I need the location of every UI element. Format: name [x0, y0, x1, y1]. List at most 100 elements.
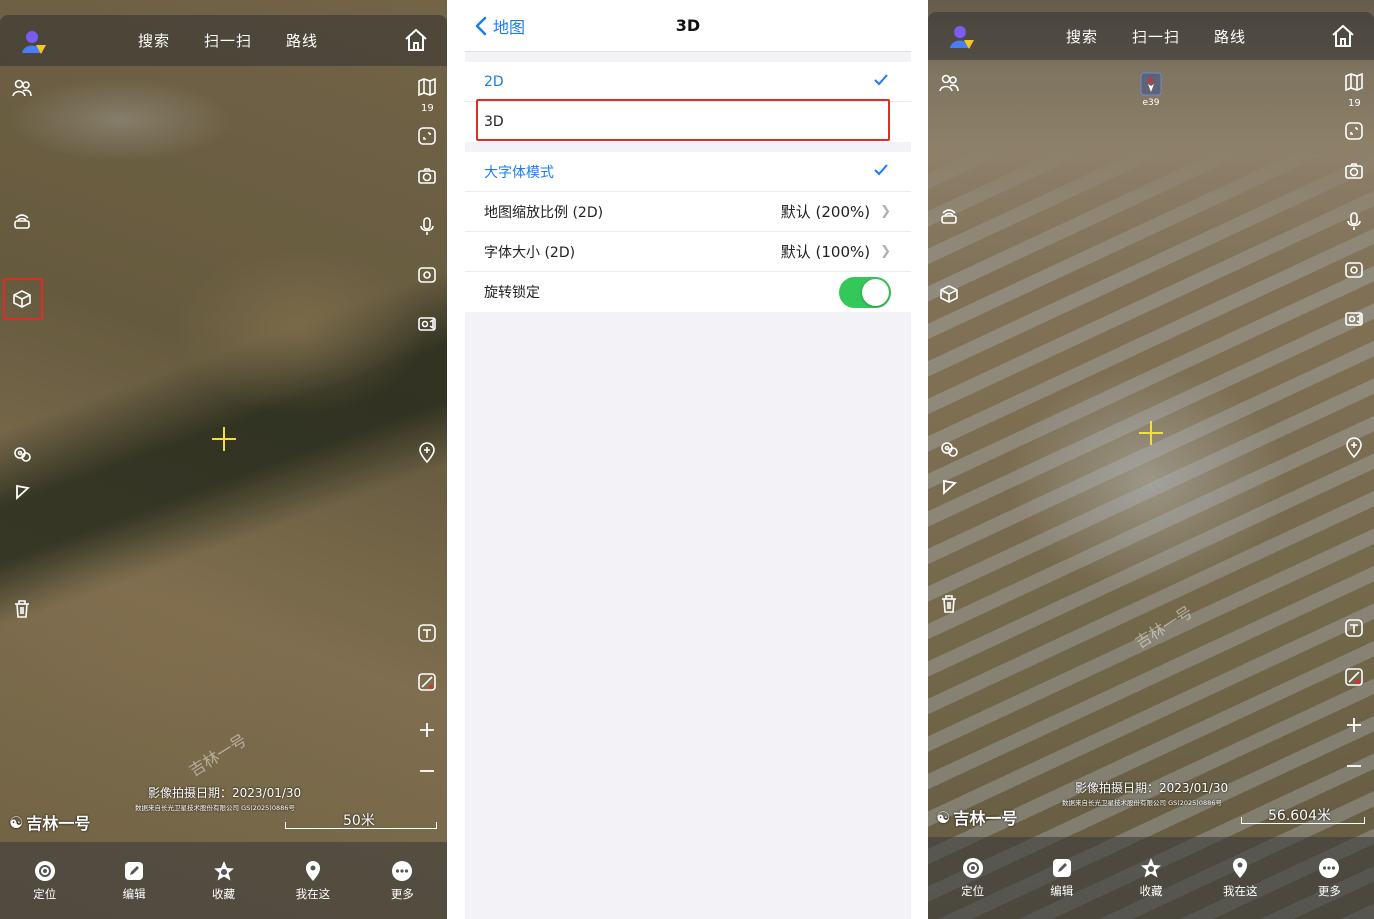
settings-3d-panel: 地图 3D 2D 3D 大字体模式 地图缩放比例 (2D) 默认 (200%) … [465, 0, 911, 919]
pin-icon [305, 860, 320, 881]
scan-link[interactable]: 扫一扫 [204, 30, 252, 51]
row-label: 字体大小 (2D) [484, 244, 576, 261]
tab-edit[interactable]: 编辑 [1017, 837, 1106, 919]
zoom-out-icon[interactable] [1341, 753, 1367, 779]
font-size-row[interactable]: 字体大小 (2D) 默认 (100%) ❯ [465, 232, 911, 272]
zoom-in-icon[interactable] [414, 717, 440, 743]
tab-label: 我在这 [1222, 884, 1258, 898]
fullscreen-icon[interactable] [1341, 118, 1367, 144]
add-location-icon[interactable] [1341, 435, 1367, 461]
top-bar: 搜索 扫一扫 路线 [928, 12, 1374, 60]
tab-label: 更多 [1317, 884, 1341, 898]
tab-label: 定位 [961, 884, 985, 898]
avatar-logo-icon[interactable] [948, 24, 976, 52]
video-record-icon[interactable] [414, 311, 440, 337]
measure-tool-icon[interactable] [414, 669, 440, 695]
tab-locate[interactable]: 定位 [928, 837, 1017, 919]
tab-favorite[interactable]: 收藏 [179, 842, 268, 919]
option-2d[interactable]: 2D [465, 62, 911, 102]
friends-icon[interactable] [936, 70, 962, 96]
scan-link[interactable]: 扫一扫 [1132, 26, 1180, 47]
checkmark-icon [874, 164, 888, 176]
video-record-icon[interactable] [1341, 306, 1367, 332]
text-tool-icon[interactable] [1341, 615, 1367, 641]
camera-icon[interactable] [1341, 158, 1367, 184]
top-bar: 搜索 扫一扫 路线 [0, 15, 447, 66]
map-scale-row[interactable]: 地图缩放比例 (2D) 默认 (200%) ❯ [465, 192, 911, 232]
bottom-tab-bar: 定位 编辑 收藏 我在这 更多 [0, 842, 447, 919]
home-icon[interactable] [1330, 23, 1356, 49]
avatar-logo-icon[interactable] [20, 29, 48, 57]
navigate-arrow-icon[interactable] [936, 475, 962, 501]
trash-icon[interactable] [936, 591, 962, 617]
brand-text: 吉林一号 [26, 814, 91, 833]
route-link[interactable]: 路线 [1214, 26, 1246, 47]
row-value: 默认 (200%) [780, 203, 871, 221]
microphone-icon[interactable] [414, 213, 440, 239]
page-title: 3D [675, 16, 701, 35]
map-view-2d[interactable]: 搜索 扫一扫 路线 19 吉林一号 影像拍摄日期：2023/01/30 数据来自… [0, 0, 447, 919]
tab-label: 编辑 [122, 886, 146, 901]
tab-more[interactable]: 更多 [358, 842, 447, 919]
compass-label: e39 [1142, 98, 1160, 108]
tab-here[interactable]: 我在这 [1196, 837, 1285, 919]
signal-icon[interactable] [9, 208, 35, 234]
satellite-logo-icon: ☯ [9, 812, 24, 832]
large-font-mode-row[interactable]: 大字体模式 [465, 152, 911, 192]
search-link[interactable]: 搜索 [1066, 26, 1098, 47]
data-source-note: 数据来自长光卫星技术股份有限公司 GS(2025)0886号 [1062, 799, 1222, 807]
tab-locate[interactable]: 定位 [0, 842, 89, 919]
rotation-lock-row: 旋转锁定 [465, 272, 911, 312]
screenshot-icon[interactable] [1341, 257, 1367, 283]
edit-icon [1052, 859, 1071, 877]
3d-cube-icon[interactable] [936, 281, 962, 307]
rotation-lock-toggle[interactable] [839, 276, 891, 308]
home-icon[interactable] [403, 27, 429, 53]
tab-here[interactable]: 我在这 [268, 842, 357, 919]
screenshot-icon[interactable] [414, 262, 440, 288]
capture-date: 影像拍摄日期：2023/01/30 [148, 786, 302, 800]
brand-text: 吉林一号 [953, 809, 1018, 828]
add-location-icon[interactable] [414, 440, 440, 466]
tab-edit[interactable]: 编辑 [89, 842, 178, 919]
zoom-out-icon[interactable] [414, 758, 440, 784]
friends-icon[interactable] [9, 75, 35, 101]
route-link[interactable]: 路线 [286, 30, 318, 51]
map-icon[interactable] [414, 74, 440, 100]
more-icon [1319, 858, 1340, 878]
tab-label: 收藏 [212, 886, 236, 901]
trash-icon[interactable] [9, 596, 35, 622]
layers-settings-icon[interactable] [9, 441, 35, 467]
zoom-level-label: 19 [421, 103, 434, 114]
star-icon [213, 860, 234, 880]
tab-label: 更多 [390, 886, 414, 901]
crosshair-icon [1139, 421, 1163, 445]
signal-icon[interactable] [936, 203, 962, 229]
row-label: 旋转锁定 [484, 285, 540, 301]
navigate-arrow-icon[interactable] [9, 480, 35, 506]
layers-settings-icon[interactable] [936, 436, 962, 462]
text-tool-icon[interactable] [414, 620, 440, 646]
data-source-note: 数据来自长光卫星技术股份有限公司 GS(2025)0886号 [135, 804, 295, 812]
tab-label: 收藏 [1139, 884, 1163, 898]
camera-icon[interactable] [414, 163, 440, 189]
map-icon[interactable] [1341, 69, 1367, 95]
measure-tool-icon[interactable] [1341, 664, 1367, 690]
tab-favorite[interactable]: 收藏 [1106, 837, 1195, 919]
tab-more[interactable]: 更多 [1285, 837, 1374, 919]
fullscreen-icon[interactable] [414, 123, 440, 149]
microphone-icon[interactable] [1341, 208, 1367, 234]
compass-icon[interactable]: e39 [1140, 72, 1162, 108]
tab-label: 编辑 [1050, 884, 1074, 898]
display-settings-group: 大字体模式 地图缩放比例 (2D) 默认 (200%) ❯ 字体大小 (2D) … [465, 152, 911, 312]
pin-icon [1233, 858, 1248, 878]
zoom-in-icon[interactable] [1341, 712, 1367, 738]
search-link[interactable]: 搜索 [138, 30, 170, 51]
scale-bar [285, 822, 437, 829]
brand-logo: ☯ 吉林一号 [9, 810, 90, 834]
capture-date: 影像拍摄日期：2023/01/30 [1075, 781, 1229, 795]
edit-icon [125, 861, 144, 880]
chevron-right-icon: ❯ [880, 204, 891, 219]
map-view-3d[interactable]: 搜索 扫一扫 路线 e39 19 吉林一号 影像拍摄日期：2023/01/30 … [928, 0, 1374, 919]
star-icon [1141, 858, 1161, 878]
